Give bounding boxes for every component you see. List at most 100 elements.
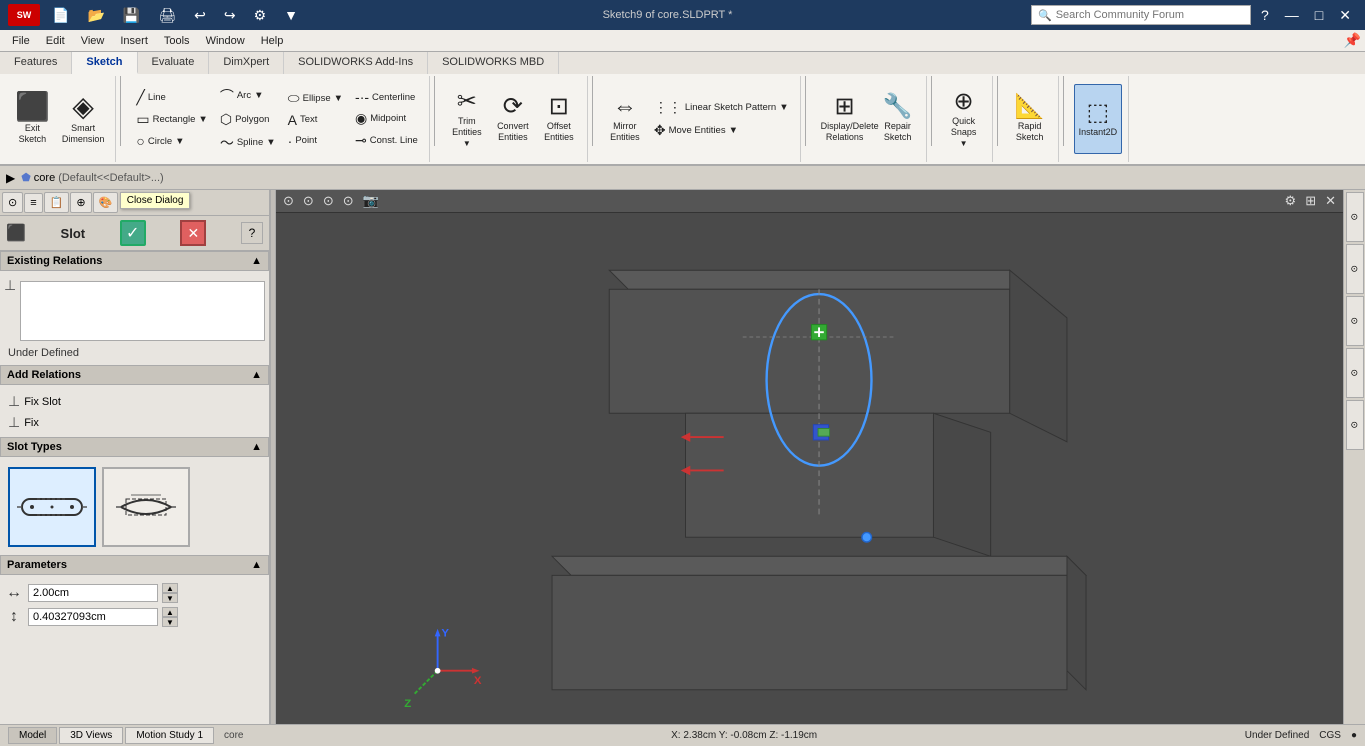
vp-settings-btn[interactable]: ⚙ xyxy=(1282,192,1300,210)
menu-view[interactable]: View xyxy=(73,33,113,49)
display-delete-relations-btn[interactable]: ⊞ Display/DeleteRelations xyxy=(816,84,874,154)
quick-snaps-btn[interactable]: ⊕ QuickSnaps ▼ xyxy=(942,84,986,154)
smart-dimension-btn[interactable]: ◈ SmartDimension xyxy=(57,84,110,154)
panel-btn-3[interactable]: 📋 xyxy=(44,192,70,213)
svg-text:Y: Y xyxy=(441,627,449,639)
constline-btn[interactable]: ⊸Const. Line xyxy=(350,130,423,151)
vp-expand-btn[interactable]: ⊞ xyxy=(1302,192,1319,210)
param-height-up[interactable]: ▲ xyxy=(162,607,178,617)
fix-item[interactable]: ⊥ Fix xyxy=(4,412,265,433)
add-relations-header[interactable]: Add Relations ▲ xyxy=(0,365,269,385)
fix-slot-item[interactable]: ⊥ Fix Slot xyxy=(4,391,265,412)
tab-dimxpert[interactable]: DimXpert xyxy=(209,52,284,74)
rapid-sketch-btn[interactable]: 📐 RapidSketch xyxy=(1008,84,1052,154)
search-input[interactable] xyxy=(1056,9,1216,21)
rectangle-btn[interactable]: ▭Rectangle ▼ xyxy=(131,109,212,130)
rebuild-btn[interactable]: ⚙ xyxy=(248,5,273,26)
param-width-icon: ↔ xyxy=(4,584,24,602)
linear-sketch-pattern-btn[interactable]: ⋮⋮ Linear Sketch Pattern ▼ xyxy=(649,97,794,118)
options-btn[interactable]: ▼ xyxy=(278,5,304,25)
spline-btn[interactable]: 〜Spline ▼ xyxy=(215,131,281,155)
motion-study-tab[interactable]: Motion Study 1 xyxy=(125,727,214,744)
save-btn[interactable]: 💾 xyxy=(117,5,146,26)
panel-btn-4[interactable]: ⊕ xyxy=(70,192,91,213)
ellipse-btn[interactable]: ⬭Ellipse ▼ xyxy=(283,88,348,109)
relations-list-box[interactable] xyxy=(20,281,265,341)
menu-file[interactable]: File xyxy=(4,33,38,49)
slot-types-header[interactable]: Slot Types ▲ xyxy=(0,437,269,457)
title-bar: SW 📄 📂 💾 🖨 ↩ ↪ ⚙ ▼ Sketch9 of core.SLDPR… xyxy=(0,0,1365,30)
view-camera-btn[interactable]: 📷 xyxy=(360,192,382,210)
instant2d-icon: ⬚ xyxy=(1087,101,1110,125)
centerline-btn[interactable]: -·-Centerline xyxy=(350,87,423,107)
pin-btn[interactable]: 📌 xyxy=(1344,32,1361,49)
open-btn[interactable]: 📂 xyxy=(81,5,110,26)
slot-type-2-btn[interactable] xyxy=(102,467,190,547)
expand-arrow[interactable]: ▶ xyxy=(6,171,15,185)
search-bar[interactable]: 🔍 xyxy=(1031,5,1251,25)
param-width-down[interactable]: ▼ xyxy=(162,593,178,603)
tab-addins[interactable]: SOLIDWORKS Add-Ins xyxy=(284,52,428,74)
section-view-btn[interactable]: ⊙ xyxy=(340,192,357,210)
print-btn[interactable]: 🖨 xyxy=(152,5,182,26)
parameters-header[interactable]: Parameters ▲ xyxy=(0,555,269,575)
slot-types-content xyxy=(0,459,269,555)
menu-insert[interactable]: Insert xyxy=(112,33,156,49)
polygon-btn[interactable]: ⬡Polygon xyxy=(215,109,281,130)
param-width-spinner[interactable]: ▲ ▼ xyxy=(162,583,178,603)
exit-sketch-btn[interactable]: ⬛ ExitSketch xyxy=(10,84,55,154)
new-btn[interactable]: 📄 xyxy=(46,5,75,26)
slot-type-1-btn[interactable] xyxy=(8,467,96,547)
tab-features[interactable]: Features xyxy=(0,52,72,74)
line-btn[interactable]: ╱Line xyxy=(131,87,212,108)
help-icon[interactable]: ? xyxy=(1255,5,1275,25)
param-width-up[interactable]: ▲ xyxy=(162,583,178,593)
param-height-input[interactable] xyxy=(28,608,158,626)
menu-help[interactable]: Help xyxy=(253,33,292,49)
model-tab[interactable]: Model xyxy=(8,727,57,744)
trim-entities-btn[interactable]: ✂ TrimEntities ▼ xyxy=(445,84,489,154)
vp-close-btn[interactable]: ✕ xyxy=(1322,192,1339,210)
tree-item-core[interactable]: ⬟ core (Default<<Default>...) xyxy=(21,171,163,184)
tab-sketch[interactable]: Sketch xyxy=(72,52,137,74)
viewport-svg: Y X Z xyxy=(276,213,1343,724)
convert-entities-btn[interactable]: ⟳ ConvertEntities xyxy=(491,84,535,154)
param-height-spinner[interactable]: ▲ ▼ xyxy=(162,607,178,627)
minimize-btn[interactable]: — xyxy=(1279,5,1305,25)
hide-show-btn[interactable]: ⊙ xyxy=(320,192,337,210)
menu-window[interactable]: Window xyxy=(198,33,253,49)
view-display-btn[interactable]: ⊙ xyxy=(300,192,317,210)
panel-scroll[interactable]: Existing Relations ▲ ⊥ Under Defined Add… xyxy=(0,251,269,724)
tab-mbd[interactable]: SOLIDWORKS MBD xyxy=(428,52,559,74)
instant2d-btn[interactable]: ⬚ Instant2D xyxy=(1074,84,1123,154)
menu-tools[interactable]: Tools xyxy=(156,33,198,49)
arc-btn[interactable]: ⌒Arc ▼ xyxy=(215,84,281,108)
viewport[interactable]: ⊙ ⊙ ⊙ ⊙ 📷 ⚙ ⊞ ✕ xyxy=(276,190,1343,724)
menu-edit[interactable]: Edit xyxy=(38,33,73,49)
midpoint-btn[interactable]: ◉Midpoint xyxy=(350,108,423,129)
existing-relations-header[interactable]: Existing Relations ▲ xyxy=(0,251,269,271)
close-btn[interactable]: ✕ xyxy=(1333,5,1357,26)
param-width-input[interactable] xyxy=(28,584,158,602)
circle-btn[interactable]: ○Circle ▼ xyxy=(131,131,212,151)
redo-btn[interactable]: ↪ xyxy=(218,5,242,26)
repair-sketch-btn[interactable]: 🔧 RepairSketch xyxy=(876,84,920,154)
tab-evaluate[interactable]: Evaluate xyxy=(138,52,210,74)
help-button[interactable]: ? xyxy=(241,222,263,244)
panel-btn-5[interactable]: 🎨 xyxy=(93,192,119,213)
cancel-button[interactable]: ✕ xyxy=(180,220,206,246)
maximize-btn[interactable]: □ xyxy=(1309,5,1329,25)
param-height-down[interactable]: ▼ xyxy=(162,617,178,627)
panel-btn-1[interactable]: ⊙ xyxy=(2,192,23,213)
move-entities-btn[interactable]: ✥ Move Entities ▼ xyxy=(649,120,794,141)
undo-btn[interactable]: ↩ xyxy=(188,5,212,26)
point-btn[interactable]: ·Point xyxy=(283,131,348,151)
offset-entities-btn[interactable]: ⊡ OffsetEntities xyxy=(537,84,581,154)
view-orient-btn[interactable]: ⊙ xyxy=(280,192,297,210)
check-button[interactable]: ✓ xyxy=(120,220,146,246)
mirror-entities-btn[interactable]: ⇔ MirrorEntities xyxy=(603,84,647,154)
3d-views-tab[interactable]: 3D Views xyxy=(59,727,123,744)
text-btn[interactable]: AText xyxy=(283,110,348,130)
panel-btn-2[interactable]: ≡ xyxy=(24,193,42,213)
text-icon: A xyxy=(288,112,297,128)
